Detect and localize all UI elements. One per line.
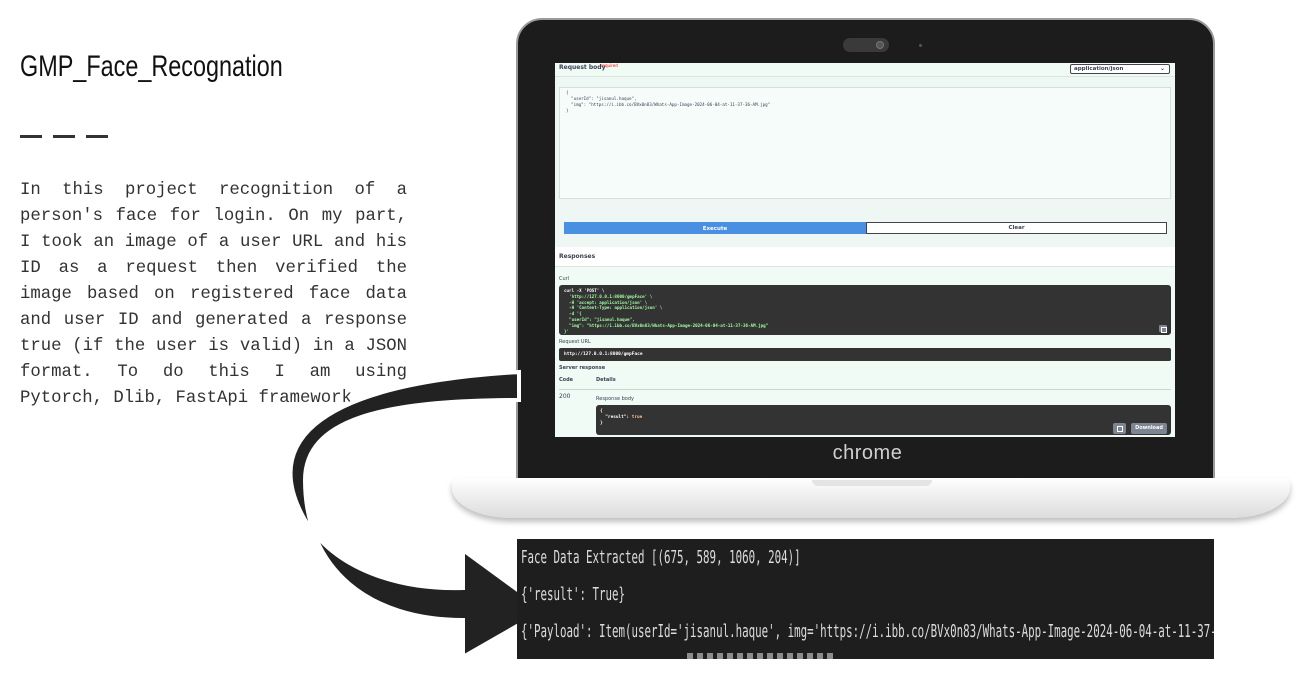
curl-code-block: curl -X 'POST' \ 'http://127.0.0.1:8000/… [559, 285, 1171, 335]
details-column-header: Details [596, 377, 616, 383]
response-close-brace: } [600, 421, 603, 426]
curl-line: "img": "https://i.ibb.co/BVx0n83/Whats-A… [564, 322, 769, 328]
curl-line: -d '{ [564, 311, 582, 317]
content-type-select[interactable]: application/json ⌄ [1070, 64, 1170, 74]
response-key: "result": [600, 415, 632, 420]
webcam-led-icon [919, 44, 922, 47]
request-body-label: Request body [559, 64, 606, 71]
request-body-area: { "userId": "jisanul.haque", "img": "htt… [555, 77, 1175, 203]
copy-icon[interactable] [1113, 423, 1126, 434]
server-response-label: Server response [559, 365, 606, 371]
terminal-output: Face Data Extracted [(675, 589, 1060, 20… [517, 539, 1214, 659]
curl-line: curl -X 'POST' \ [564, 288, 605, 293]
curl-line: "userId": "jisanul.haque", [564, 316, 635, 322]
header-divider [559, 389, 1171, 390]
laptop-hinge-notch [812, 480, 932, 486]
responses-label: Responses [559, 253, 596, 260]
page-title: GMP_Face_Recognation [20, 50, 283, 83]
terminal-line: {'Payload': Item(userId='jisanul.haque',… [521, 621, 1214, 642]
request-url-label: Request URL [559, 339, 591, 345]
responses-area: Curl curl -X 'POST' \ 'http://127.0.0.1:… [555, 267, 1175, 437]
terminal-cutoff-line [687, 653, 837, 659]
request-body-editor[interactable]: { "userId": "jisanul.haque", "img": "htt… [559, 87, 1171, 199]
response-value: true [631, 415, 643, 420]
laptop-brand: chrome [832, 442, 903, 464]
required-marker: required [601, 63, 618, 68]
status-code: 200 [559, 393, 571, 400]
project-description: In this project recognition of a person'… [20, 181, 407, 408]
copy-icon[interactable] [1159, 325, 1167, 333]
response-open-brace: { [600, 409, 603, 414]
curl-label: Curl [559, 276, 570, 282]
response-body-label: Response body [596, 396, 634, 402]
chevron-down-icon: ⌄ [1159, 65, 1165, 72]
terminal-line: {'result': True} [521, 584, 626, 605]
execute-button[interactable]: Execute [564, 222, 866, 234]
curl-line: -H 'Content-Type: application/json' \ [564, 305, 663, 311]
curl-line: }' [564, 328, 570, 334]
content-type-value: application/json [1074, 66, 1124, 72]
terminal-line: Face Data Extracted [(675, 589, 1060, 20… [521, 547, 801, 568]
title-divider [20, 135, 108, 138]
laptop-screen: Request body required application/json ⌄… [555, 63, 1175, 437]
clear-button[interactable]: Clear [866, 222, 1167, 234]
response-body-block: { "result": true } [596, 405, 1171, 435]
request-url-value: http://127.0.0.1:8000/gmpFace [559, 348, 1171, 361]
webcam-lens-icon [876, 41, 884, 49]
request-body-header: Request body required application/json ⌄ [555, 63, 1175, 77]
responses-header: Responses [555, 247, 1175, 267]
code-column-header: Code [559, 377, 574, 383]
action-buttons: Execute Clear [555, 203, 1175, 247]
curl-line: 'http://127.0.0.1:8000/gmpFace' \ [564, 293, 653, 299]
download-button[interactable]: Download [1131, 423, 1167, 434]
curl-line: -H 'accept: application/json' \ [564, 299, 648, 305]
